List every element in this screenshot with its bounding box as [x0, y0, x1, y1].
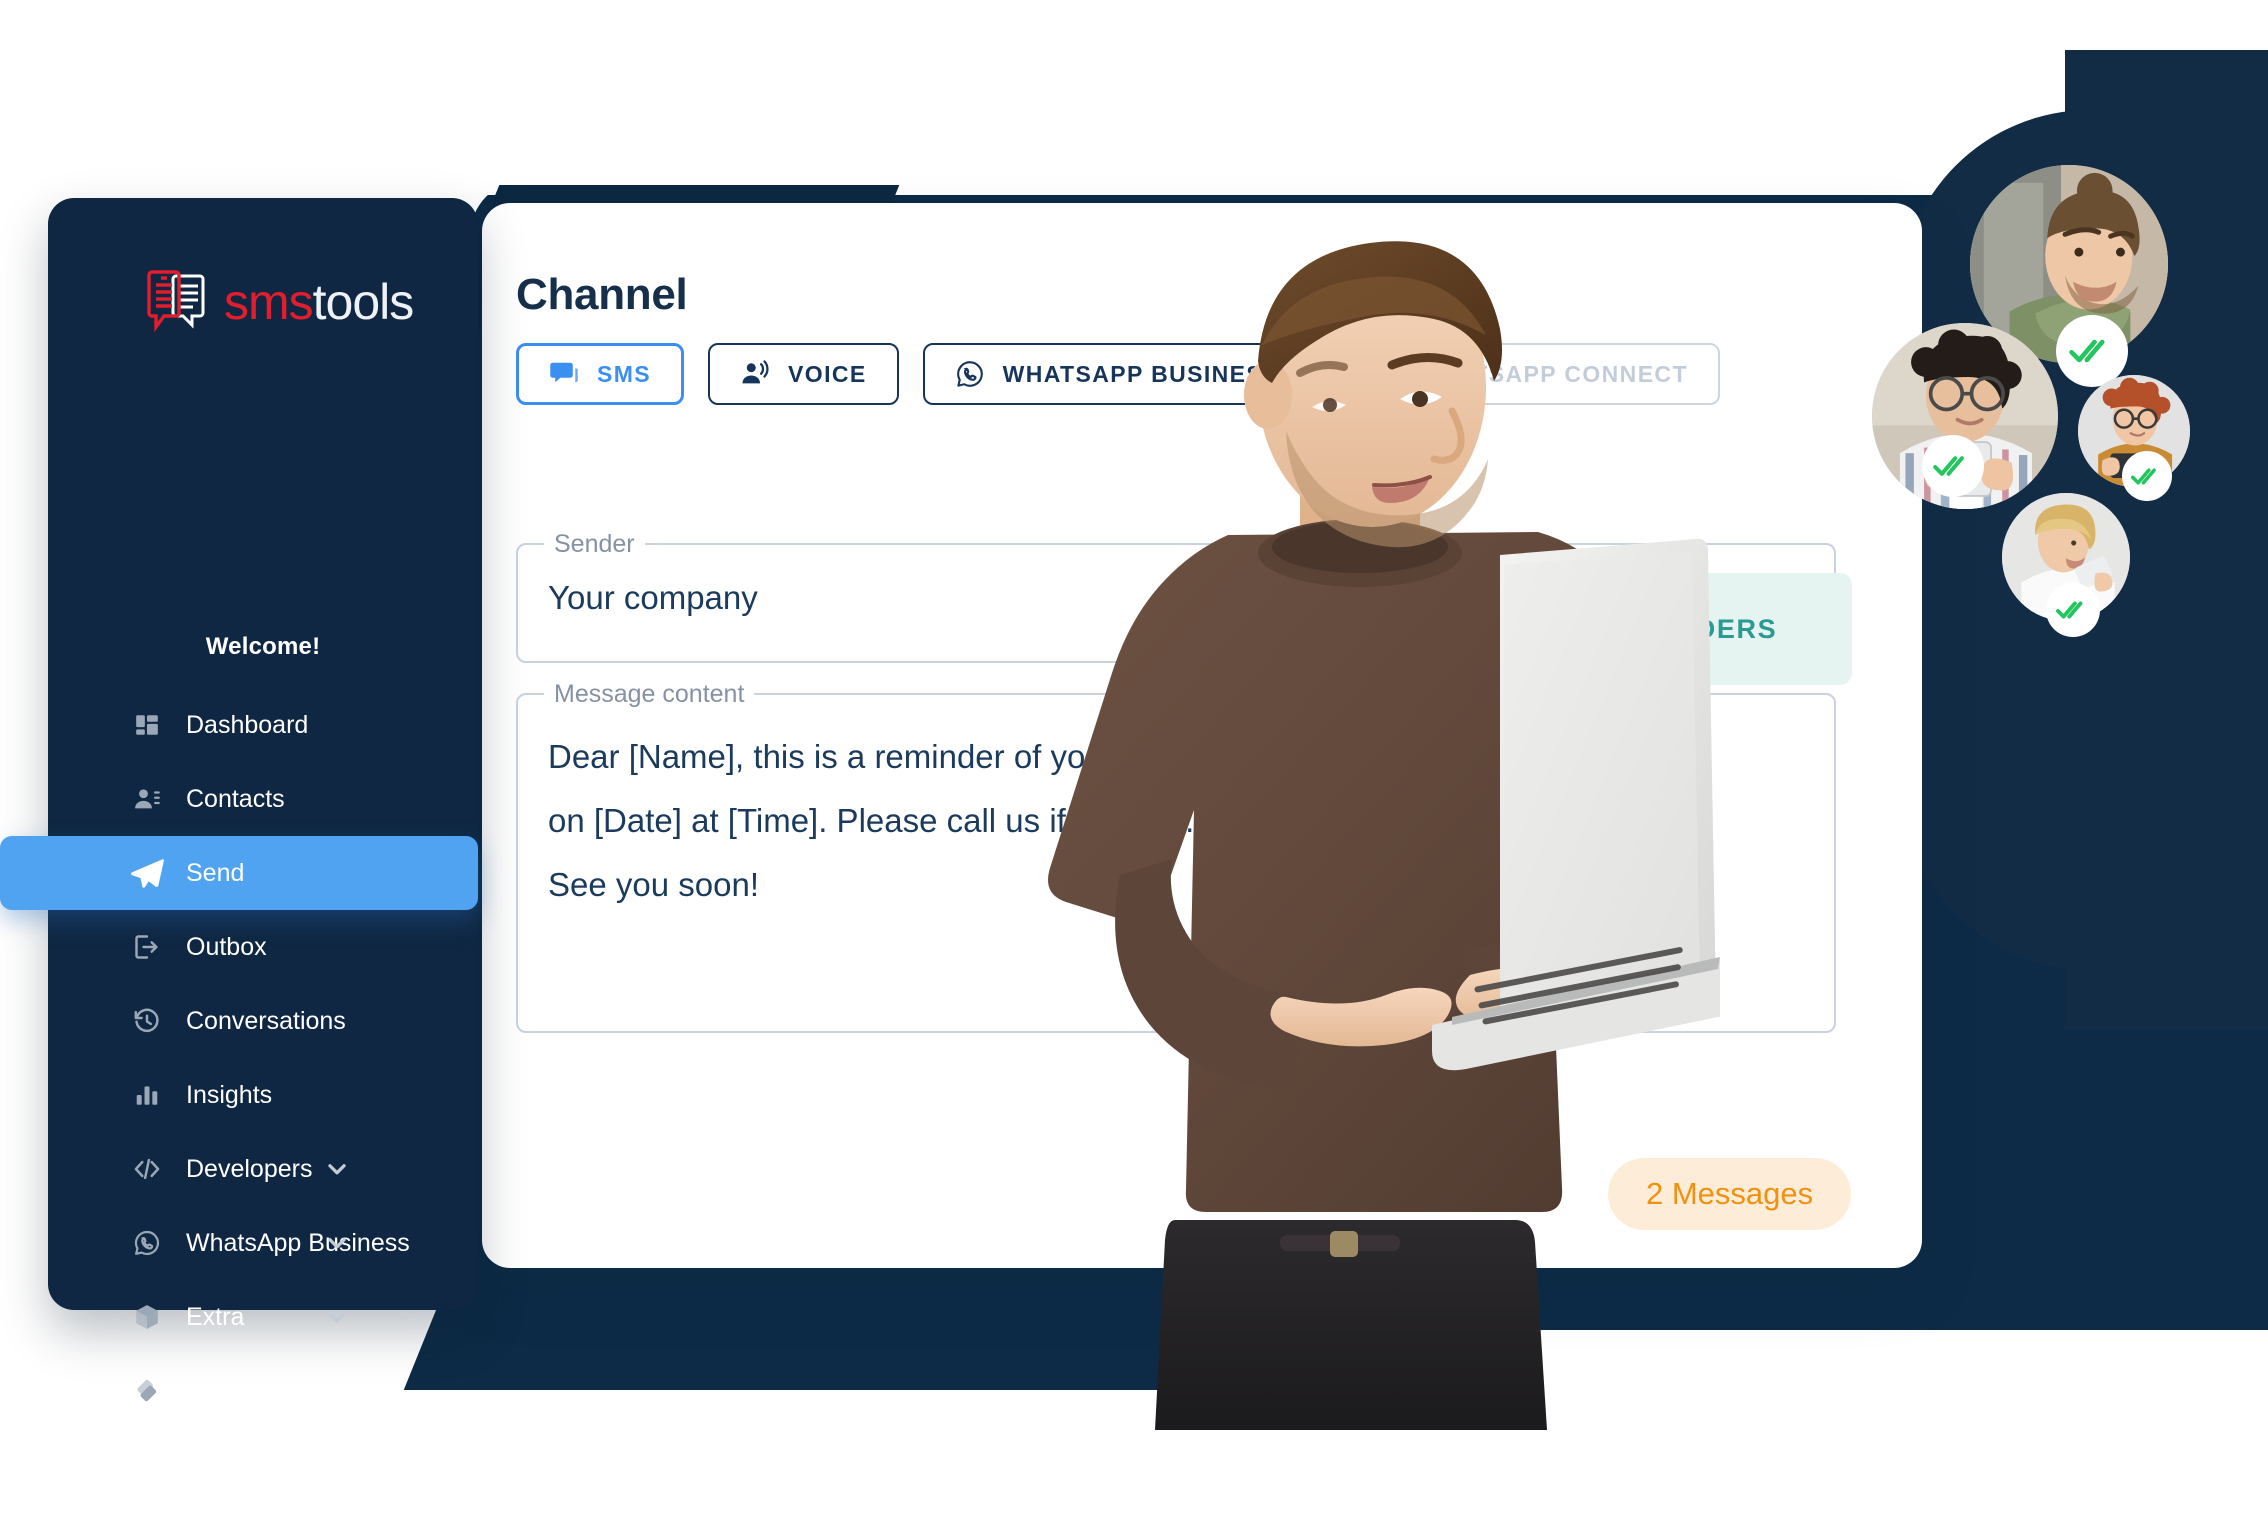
bar-chart-icon [130, 1078, 164, 1112]
sidebar-item-dashboard[interactable]: Dashboard [48, 688, 478, 762]
sidebar-item-developers[interactable]: Developers [48, 1132, 478, 1206]
sidebar: smstools Welcome! Dashboard Contacts Sen… [0, 198, 478, 1405]
welcome-text: Welcome! [205, 633, 321, 660]
sidebar-item-white-label[interactable]: White label [48, 1354, 478, 1428]
brand-logo[interactable]: smstools [146, 270, 415, 334]
layers-tag-icon [130, 1374, 164, 1408]
chevron-down-icon[interactable] [324, 1230, 350, 1256]
sidebar-item-label: WhatsApp Business [186, 1228, 410, 1257]
sidebar-item-insights[interactable]: Insights [48, 1058, 478, 1132]
double-check-icon [2046, 583, 2100, 637]
double-check-icon [2056, 315, 2128, 387]
recipients-avatar-cluster [1850, 165, 2268, 745]
message-content-label: Message content [544, 678, 755, 710]
sidebar-item-contacts[interactable]: Contacts [48, 762, 478, 836]
brand-wordmark-sms: sms [224, 274, 314, 330]
page-title: Channel [516, 270, 688, 320]
cube-box-icon [130, 1300, 164, 1334]
sidebar-item-conversations[interactable]: Conversations [48, 984, 478, 1058]
double-check-icon [1922, 435, 1984, 497]
brand-wordmark: smstools [224, 274, 415, 330]
tab-sms[interactable]: SMS [516, 343, 685, 405]
dashboard-grid-icon [130, 708, 164, 742]
double-check-icon [2122, 451, 2172, 501]
sender-input[interactable]: Your company [548, 579, 758, 617]
voice-person-icon [740, 359, 770, 389]
sidebar-item-whatsapp-business[interactable]: WhatsApp Business [48, 1206, 478, 1280]
code-brackets-icon [130, 1152, 164, 1186]
sender-label: Sender [544, 528, 645, 560]
sidebar-item-label: Insights [186, 1080, 273, 1109]
whatsapp-icon [955, 359, 985, 389]
chat-bubble-icon [549, 359, 579, 389]
tab-voice[interactable]: VOICE [708, 343, 899, 405]
brand-wordmark-tools: tools [312, 274, 415, 330]
message-count-badge: 2 Messages [1608, 1158, 1852, 1230]
chevron-down-icon[interactable] [324, 1304, 350, 1330]
sidebar-item-label: Developers [186, 1154, 313, 1183]
whatsapp-icon [130, 1226, 164, 1260]
tab-label: VOICE [788, 360, 867, 387]
contacts-person-icon [130, 782, 164, 816]
sidebar-nav: Dashboard Contacts Send Outbox Conversat… [0, 688, 478, 1428]
paper-plane-icon [130, 856, 164, 890]
sidebar-item-label: Conversations [186, 1006, 346, 1035]
sidebar-item-outbox[interactable]: Outbox [48, 910, 478, 984]
sidebar-item-label: Extra [186, 1302, 245, 1331]
hero-person-photo [1000, 235, 1740, 1430]
chat-bubbles-icon [146, 270, 206, 334]
sidebar-item-label: Outbox [186, 932, 267, 961]
chevron-down-icon[interactable] [324, 1156, 350, 1182]
sidebar-item-label: Contacts [186, 784, 285, 813]
sidebar-item-label: Dashboard [186, 710, 309, 739]
sidebar-item-label: Send [186, 858, 245, 887]
sidebar-item-send[interactable]: Send [0, 836, 478, 910]
history-clock-icon [130, 1004, 164, 1038]
tab-label: SMS [597, 360, 652, 387]
outbox-arrow-icon [130, 930, 164, 964]
sidebar-item-extra[interactable]: Extra [48, 1280, 478, 1354]
sidebar-item-label: White label [186, 1376, 310, 1405]
